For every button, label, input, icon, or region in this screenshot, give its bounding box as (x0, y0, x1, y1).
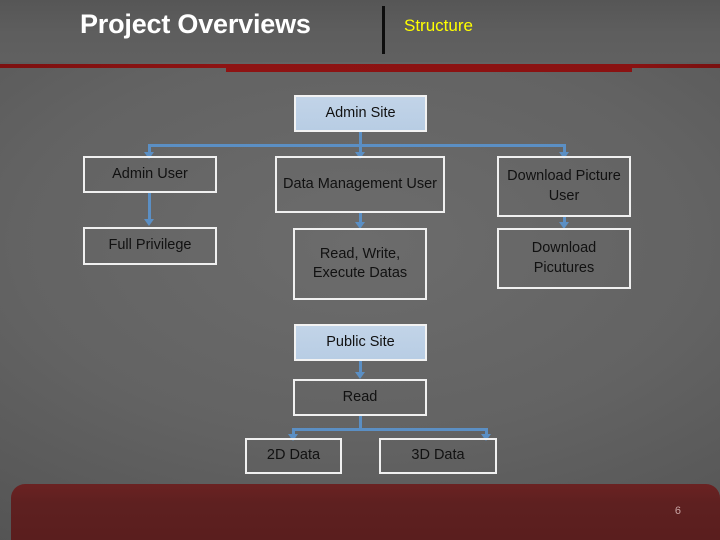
page-title: Project Overviews (80, 9, 311, 39)
node-2d-data[interactable]: 2D Data (245, 438, 342, 474)
node-read-write-execute-datas[interactable]: Read, Write, Execute Datas (293, 228, 427, 300)
page-subtitle: Structure (404, 16, 473, 35)
node-admin-site[interactable]: Admin Site (294, 95, 427, 132)
node-read[interactable]: Read (293, 379, 427, 416)
accent-rule-center (226, 64, 632, 72)
accent-rule-right (632, 64, 720, 68)
slide-footer (11, 484, 720, 540)
node-public-site[interactable]: Public Site (294, 324, 427, 361)
node-full-privilege[interactable]: Full Privilege (83, 227, 217, 265)
node-download-pictures[interactable]: Download Picutures (497, 228, 631, 289)
slide-canvas: Project Overviews Structure Admin Site A… (0, 0, 720, 540)
connector-read-bus (292, 428, 488, 431)
node-download-picture-user[interactable]: Download Picture User (497, 156, 631, 217)
node-admin-user[interactable]: Admin User (83, 156, 217, 193)
title-divider (382, 6, 385, 54)
connector-admin-user-to-full-privilege (148, 193, 151, 221)
node-data-management-user[interactable]: Data Management User (275, 156, 445, 213)
connector-admin-bus (148, 144, 565, 147)
node-3d-data[interactable]: 3D Data (379, 438, 497, 474)
arrow-read (355, 372, 365, 379)
page-number: 6 (674, 505, 681, 517)
arrow-full-privilege (144, 219, 154, 226)
accent-rule-left (0, 64, 226, 68)
